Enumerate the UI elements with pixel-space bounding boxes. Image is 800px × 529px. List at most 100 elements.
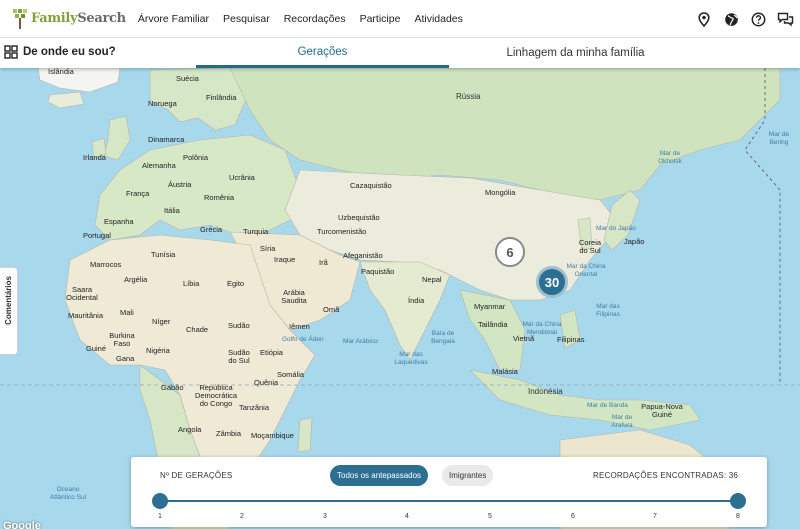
label-malasia: Malásia [492, 367, 518, 376]
slider-tick-label: 5 [488, 513, 492, 520]
label-baia-de-bengala: Baía de Bengala [431, 330, 455, 345]
label-gana: Gana [116, 354, 135, 363]
label-polonia: Polônia [183, 153, 209, 162]
globe-icon[interactable] [722, 10, 740, 28]
page-title: De onde eu sou? [4, 45, 116, 59]
logo-family-text: Family [31, 11, 78, 26]
label-argelia: Argélia [124, 275, 148, 284]
label-paquistao: Paquistão [361, 267, 395, 276]
label-mar-china-oriental: Mar da China Oriental [566, 263, 606, 278]
label-japao: Japão [624, 237, 645, 246]
label-oma: Omã [323, 305, 340, 314]
label-saara-ocidental: Saara Ocidental [66, 285, 98, 302]
tab-geracoes[interactable]: Gerações [196, 38, 449, 68]
page-title-text: De onde eu sou? [23, 46, 116, 58]
label-tanzania: Tanzânia [239, 403, 270, 412]
label-papua-nova-guine: Papua-Nova Guiné [641, 402, 683, 419]
slider-tick-label: 3 [323, 513, 327, 520]
label-austria: Áustria [168, 180, 192, 189]
label-iemen: Iêmen [289, 322, 310, 331]
slider-tick-label: 7 [653, 513, 657, 520]
label-egito: Egito [227, 279, 245, 288]
label-oceano-atlantico-sul: Oceano Atlântico Sul [49, 486, 87, 501]
label-romenia: Romênia [204, 193, 235, 202]
label-coreia-do-sul: Coreia do Sul [578, 238, 602, 255]
label-mar-de-arafura: Mar de Arafura [611, 414, 633, 429]
label-ucrania: Ucrânia [229, 173, 255, 182]
label-portugal: Portugal [83, 231, 111, 240]
label-ira: Irã [319, 258, 328, 267]
label-somalia: Somália [277, 370, 305, 379]
chat-icon[interactable] [776, 10, 794, 28]
filter-all-ancestors-button[interactable]: Todos os antepassados [330, 465, 429, 486]
label-iraque: Iraque [274, 255, 296, 264]
label-chade: Chade [186, 325, 209, 334]
label-irlanda: Irlanda [83, 153, 106, 162]
nav-arvore-familiar[interactable]: Árvore Familiar [138, 13, 209, 25]
label-mocambique: Moçambique [251, 431, 294, 440]
label-indonesia: Indonésia [528, 387, 563, 396]
apps-grid-icon[interactable] [4, 45, 18, 59]
label-marrocos: Marrocos [90, 260, 122, 269]
label-rep-dem-congo: República Democrática do Congo [194, 383, 238, 408]
label-mar-filipinas: Mar das Filipinas [596, 303, 620, 318]
tab-linhagem[interactable]: Linhagem da minha família [449, 38, 702, 68]
label-mar-china-meridional: Mar da China Meridional [522, 321, 562, 336]
location-pin-icon[interactable] [695, 10, 713, 28]
nav-recordacoes[interactable]: Recordações [284, 13, 346, 25]
generations-label: Nº DE GERAÇÕES [160, 471, 233, 480]
family-tree-logo-icon [13, 8, 27, 29]
filter-immigrants-button[interactable]: Imigrantes [442, 465, 494, 486]
label-turcomenistao: Turcomenistão [317, 227, 367, 236]
label-golfo-de-aden: Golfo de Áden [282, 336, 324, 343]
nav-participe[interactable]: Participe [360, 13, 401, 25]
label-islandia: Islândia [48, 68, 74, 76]
nav-pesquisar[interactable]: Pesquisar [223, 13, 270, 25]
label-zambia: Zâmbia [216, 429, 242, 438]
label-alemanha: Alemanha [142, 161, 176, 170]
label-mar-de-okhotsk: Mar de Okhotsk [658, 150, 682, 165]
label-grecia: Grécia [200, 225, 223, 234]
label-espanha: Espanha [104, 217, 134, 226]
label-mar-de-bering: Mar de Bering [768, 131, 790, 146]
label-mar-de-banda: Mar de Banda [587, 402, 628, 409]
help-icon[interactable] [749, 10, 767, 28]
slider-tick-label: 6 [571, 513, 575, 520]
label-filipinas: Filipinas [557, 335, 585, 344]
label-burkina-faso: Burkina Faso [109, 331, 135, 348]
nav-atividades[interactable]: Atividades [414, 13, 462, 25]
label-mar-laquedivas: Mar das Laquedivas [394, 351, 428, 366]
familysearch-logo[interactable]: FamilySearch [12, 8, 126, 30]
slider-tick-label: 8 [736, 513, 740, 520]
label-mar-arabico: Mar Arábico [343, 338, 378, 345]
label-mauritania: Mauritânia [68, 311, 104, 320]
generations-panel: Nº DE GERAÇÕES Todos os antepassados Imi… [131, 457, 767, 527]
label-italia: Itália [164, 206, 180, 215]
main-nav: Árvore Familiar Pesquisar Recordações Pa… [138, 13, 477, 25]
google-attribution: Google [3, 520, 41, 529]
slider-handle-max[interactable] [730, 493, 746, 509]
slider-tick-label: 2 [240, 513, 244, 520]
label-gabao: Gabão [161, 383, 184, 392]
label-afeganistao: Afeganistão [343, 251, 383, 260]
generations-slider-track[interactable] [160, 500, 738, 502]
label-nepal: Nepal [422, 275, 442, 284]
feedback-tab[interactable]: Comentários [0, 267, 18, 355]
feedback-tab-label: Comentários [4, 276, 13, 325]
label-siria: Síria [260, 244, 276, 253]
label-niger: Níger [152, 317, 171, 326]
map-cluster-marker[interactable]: 6 [495, 237, 525, 267]
label-noruega: Noruega [148, 99, 177, 108]
label-tailandia: Tailândia [478, 320, 508, 329]
slider-handle-min[interactable] [152, 493, 168, 509]
label-uzbequistao: Uzbequistão [338, 213, 380, 222]
records-found-count: RECORDAÇÕES ENCONTRADAS: 36 [593, 471, 738, 480]
label-cazaquistao: Cazaquistão [350, 181, 392, 190]
label-arabia-saudita: Arábia Saudita [281, 288, 307, 305]
label-quenia: Quênia [254, 378, 279, 387]
label-turquia: Turquia [243, 227, 269, 236]
logo-search-text: Search [77, 11, 126, 26]
map-cluster-marker[interactable]: 30 [536, 266, 568, 298]
page-subheader: De onde eu sou? Gerações Linhagem da min… [0, 38, 800, 68]
label-suecia: Suécia [176, 74, 199, 83]
